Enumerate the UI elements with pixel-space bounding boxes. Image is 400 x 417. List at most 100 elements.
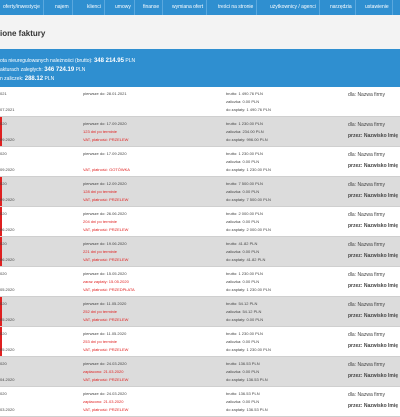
invoice-overdue-info: 252 dni po terminie xyxy=(83,309,118,314)
invoice-row[interactable]: 020 09.2020 pierwsze do: 17.09.2020 VAT, pł… xyxy=(0,147,400,177)
invoice-row[interactable]: 020 05.2020 pierwsze do: 11.05.2020 252 dni… xyxy=(0,297,400,327)
invoice-row[interactable]: 021 07.2021 pierwsze do: 28.01.2021 brutto:… xyxy=(0,87,400,117)
invoice-advance-amount: zaliczka: 0.00 PLN xyxy=(226,249,260,254)
invoice-gross-amount: brutto: 2 000.00 PLN xyxy=(226,211,263,216)
invoice-client: dla: Nazwa firmy xyxy=(348,332,385,338)
invoice-overdue-info: 128 dni po terminie xyxy=(83,189,118,194)
invoice-row[interactable]: 020 09.2020 pierwsze do: 17.09.2020 123 dni… xyxy=(0,117,400,147)
nav-item-users-agents[interactable]: użytkownicy / agenci xyxy=(267,0,320,15)
invoice-issue-date: 020 xyxy=(0,241,7,246)
invoice-sale-date: 03.2020 xyxy=(0,407,15,412)
nav-item-finance[interactable]: finanse xyxy=(140,0,164,15)
invoice-row[interactable]: 020 03.2020 pierwsze do: 24.03.2020 zapłaco… xyxy=(0,387,400,417)
page-header xyxy=(0,15,400,49)
summary-advances-unit: PLN xyxy=(43,76,55,82)
invoice-payment-method: VAT, płatność: PRZEDPŁATA xyxy=(83,287,135,292)
invoice-gross-amount: brutto: 136.53 PLN xyxy=(226,391,260,396)
invoice-issued-by: przez: Nazwisko Imię xyxy=(348,313,399,319)
invoice-issued-by: przez: Nazwisko Imię xyxy=(348,343,399,349)
nav-item-contracts[interactable]: umowy xyxy=(112,0,135,15)
invoice-issue-date: 020 xyxy=(0,331,7,336)
invoice-payment-method: VAT, płatność: PRZELEW xyxy=(83,137,129,142)
invoice-row[interactable]: 020 09.2020 pierwsze do: 12.09.2020 128 dni… xyxy=(0,177,400,207)
invoice-due-date: pierwsze do: 24.03.2020 xyxy=(83,391,127,396)
invoice-row[interactable]: 020 06.2020 pierwsze do: 19.06.2020 221 dni… xyxy=(0,237,400,267)
invoice-sale-date: 05.2020 xyxy=(0,347,15,352)
invoice-sale-date: 09.2020 xyxy=(0,137,15,142)
nav-item-tools[interactable]: narzędzia xyxy=(327,0,356,15)
nav-item-offers[interactable]: oferty/inwestycje xyxy=(0,0,44,15)
invoice-issue-date: 020 xyxy=(0,301,7,306)
summary-advances: n zaliczek: 288.12 PLN xyxy=(0,76,54,82)
invoice-client: dla: Nazwa firmy xyxy=(348,152,385,158)
invoice-due-date: pierwsze do: 11.05.2020 xyxy=(83,331,127,336)
invoice-issue-date: 020 xyxy=(0,151,7,156)
summary-advances-label: n zaliczek: xyxy=(0,76,25,82)
invoice-row[interactable]: 020 05.2020 pierwsze do: 15.05.2020 zaraz z… xyxy=(0,267,400,297)
invoice-overdue-info: 123 dni po terminie xyxy=(83,129,118,134)
invoice-gross-amount: brutto: 1 230.00 PLN xyxy=(226,151,263,156)
summary-overdue-value: 346 724.19 xyxy=(44,67,75,73)
invoice-issued-by: przez: Nazwisko Imię xyxy=(348,283,399,289)
invoice-advance-amount: zaliczka: 0.00 PLN xyxy=(226,339,260,344)
invoice-client: dla: Nazwa firmy xyxy=(348,302,385,308)
invoice-payment-method: VAT, płatność: PRZELEW xyxy=(83,347,129,352)
summary-unpaid-value: 348 214.95 xyxy=(93,58,124,64)
summary-unpaid-unit: PLN xyxy=(123,58,136,64)
invoice-overdue-info: zapłacono: 21.03.2020 xyxy=(83,369,124,374)
invoice-due-date: pierwsze do: 17.09.2020 xyxy=(83,121,127,126)
invoice-sale-date: 05.2020 xyxy=(0,317,15,322)
invoice-advance-amount: zaliczka: 0.00 PLN xyxy=(226,159,260,164)
page-title: ione faktury xyxy=(0,29,46,38)
invoice-gross-amount: brutto: 136.53 PLN xyxy=(226,361,260,366)
invoice-sale-date: 06.2020 xyxy=(0,227,15,232)
invoice-overdue-info: 204 dni po terminie xyxy=(83,219,118,224)
invoice-advance-amount: zaliczka: 234.00 PLN xyxy=(226,129,264,134)
invoice-list: 021 07.2021 pierwsze do: 28.01.2021 brutto:… xyxy=(0,87,400,417)
invoice-gross-amount: brutto: 1 490.76 PLN xyxy=(226,91,263,96)
invoice-sale-date: 06.2020 xyxy=(0,257,15,262)
invoice-amount-due: do zapłaty: 0.00 PLN xyxy=(226,317,264,322)
invoice-amount-due: do zapłaty: 1 230.00 PLN xyxy=(226,347,271,352)
invoice-due-date: pierwsze do: 28.01.2021 xyxy=(83,91,127,96)
invoice-issue-date: 021 xyxy=(0,91,7,96)
nav-item-clients[interactable]: klienci xyxy=(84,0,105,15)
invoice-issue-date: 020 xyxy=(0,121,7,126)
invoice-issued-by: przez: Nazwisko Imię xyxy=(348,403,399,409)
invoice-issued-by: przez: Nazwisko Imię xyxy=(348,253,399,259)
invoice-issued-by: przez: Nazwisko Imię xyxy=(348,223,399,229)
invoice-due-date: pierwsze do: 19.06.2020 xyxy=(83,241,127,246)
nav-item-offer-exchange[interactable]: wymiana ofert xyxy=(169,0,208,15)
invoice-gross-amount: brutto: 1 230.00 PLN xyxy=(226,271,263,276)
nav-item-site-content[interactable]: treści na stronie xyxy=(215,0,258,15)
nav-item-settings[interactable]: ustawienie xyxy=(362,0,393,15)
invoice-gross-amount: brutto: 41.82 PLN xyxy=(226,241,258,246)
invoice-due-date: pierwsze do: 26.06.2020 xyxy=(83,211,127,216)
invoice-issued-by: przez: Nazwisko Imię xyxy=(348,163,399,169)
invoice-advance-amount: zaliczka: 0.00 PLN xyxy=(226,99,260,104)
invoice-amount-due: do zapłaty: 136.53 PLN xyxy=(226,407,268,412)
invoice-client: dla: Nazwa firmy xyxy=(348,272,385,278)
invoice-payment-method: VAT, płatność: PRZELEW xyxy=(83,257,129,262)
invoice-amount-due: do zapłaty: 1 490.76 PLN xyxy=(226,107,271,112)
invoice-row[interactable]: 020 06.2020 pierwsze do: 26.06.2020 204 dni… xyxy=(0,207,400,237)
invoice-gross-amount: brutto: 7 500.00 PLN xyxy=(226,181,263,186)
nav-item-rent[interactable]: najem xyxy=(52,0,73,15)
invoice-client: dla: Nazwa firmy xyxy=(348,182,385,188)
invoice-overdue-info: 253 dni po terminie xyxy=(83,339,118,344)
invoice-amount-due: do zapłaty: 996.00 PLN xyxy=(226,137,268,142)
invoice-gross-amount: brutto: 54.12 PLN xyxy=(226,301,258,306)
invoice-issue-date: 020 xyxy=(0,361,7,366)
invoice-row[interactable]: 020 05.2020 pierwsze do: 11.05.2020 253 dni… xyxy=(0,327,400,357)
invoice-amount-due: do zapłaty: 1 230.00 PLN xyxy=(226,287,271,292)
invoice-due-date: pierwsze do: 24.03.2020 xyxy=(83,361,127,366)
invoice-row[interactable]: 020 04.2020 pierwsze do: 24.03.2020 zapłaco… xyxy=(0,357,400,387)
invoice-overdue-info: zaraz zapłaty: 15.05.2020 xyxy=(83,279,129,284)
summary-panel: ota nieuregulowanych należności (brutto)… xyxy=(0,49,400,87)
invoice-due-date: pierwsze do: 15.05.2020 xyxy=(83,271,127,276)
invoice-issued-by: przez: Nazwisko Imię xyxy=(348,193,399,199)
summary-overdue: akturach zaległych: 346 724.19 PLN xyxy=(0,67,85,73)
invoice-sale-date: 07.2021 xyxy=(0,107,15,112)
invoice-advance-amount: zaliczka: 0.00 PLN xyxy=(226,219,260,224)
summary-unpaid-label: ota nieuregulowanych należności (brutto)… xyxy=(0,58,94,64)
